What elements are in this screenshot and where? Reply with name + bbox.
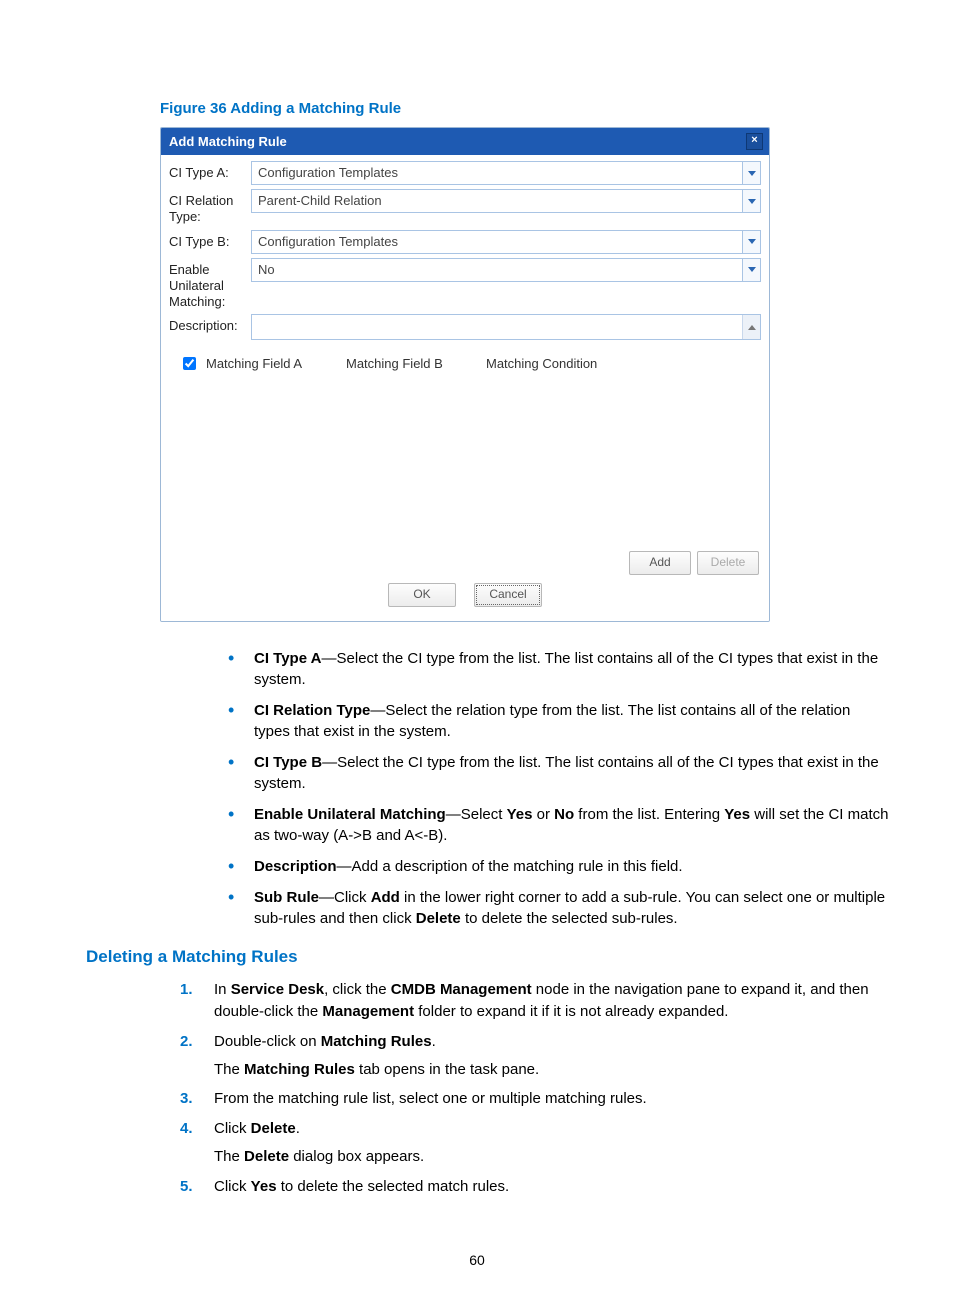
- ci-type-b-dropdown[interactable]: Configuration Templates: [251, 230, 761, 254]
- scroll-up-icon[interactable]: [742, 315, 760, 339]
- ci-type-b-label: CI Type B:: [169, 230, 251, 250]
- col-matching-field-a: Matching Field A: [206, 356, 346, 371]
- delete-button[interactable]: Delete: [697, 551, 759, 575]
- page-number: 60: [0, 1252, 954, 1268]
- procedure-step: 4.Click Delete.The Delete dialog box app…: [214, 1118, 899, 1168]
- step-text: In Service Desk, click the CMDB Manageme…: [214, 979, 899, 1023]
- list-item: CI Type B—Select the CI type from the li…: [254, 752, 899, 794]
- subrule-grid-body: [169, 377, 761, 545]
- ci-relation-type-value: Parent-Child Relation: [252, 190, 742, 212]
- ci-type-a-label: CI Type A:: [169, 161, 251, 181]
- step-text: Click Yes to delete the selected match r…: [214, 1176, 899, 1198]
- enable-unilateral-dropdown[interactable]: No: [251, 258, 761, 282]
- step-text: Click Delete.The Delete dialog box appea…: [214, 1118, 899, 1168]
- chevron-down-icon[interactable]: [742, 231, 760, 253]
- chevron-down-icon[interactable]: [742, 190, 760, 212]
- ci-relation-type-label: CI Relation Type:: [169, 189, 251, 226]
- description-label: Description:: [169, 314, 251, 334]
- procedure-step: 1.In Service Desk, click the CMDB Manage…: [214, 979, 899, 1023]
- step-number: 2.: [180, 1031, 214, 1081]
- procedure-step: 3.From the matching rule list, select on…: [214, 1088, 899, 1110]
- step-number: 5.: [180, 1176, 214, 1198]
- step-text: Double-click on Matching Rules.The Match…: [214, 1031, 899, 1081]
- section-heading: Deleting a Matching Rules: [86, 947, 899, 967]
- list-item: CI Relation Type—Select the relation typ…: [254, 700, 899, 742]
- step-number: 1.: [180, 979, 214, 1023]
- figure-caption: Figure 36 Adding a Matching Rule: [160, 100, 899, 117]
- procedure-steps: 1.In Service Desk, click the CMDB Manage…: [214, 979, 899, 1197]
- add-matching-rule-dialog: Add Matching Rule × CI Type A: Configura…: [160, 127, 770, 622]
- dialog-body: CI Type A: Configuration Templates CI Re…: [161, 155, 769, 621]
- step-number: 4.: [180, 1118, 214, 1168]
- step-number: 3.: [180, 1088, 214, 1110]
- dialog-title: Add Matching Rule: [169, 134, 287, 149]
- step-text: From the matching rule list, select one …: [214, 1088, 899, 1110]
- list-item: Description—Add a description of the mat…: [254, 856, 899, 877]
- description-input[interactable]: [251, 314, 761, 340]
- list-item: Enable Unilateral Matching—Select Yes or…: [254, 804, 899, 846]
- cancel-button[interactable]: Cancel: [474, 583, 542, 607]
- subrule-grid-header: Matching Field A Matching Field B Matchi…: [169, 350, 761, 377]
- col-matching-field-b: Matching Field B: [346, 356, 486, 371]
- add-button[interactable]: Add: [629, 551, 691, 575]
- enable-unilateral-label: Enable Unilateral Matching:: [169, 258, 251, 311]
- dialog-titlebar: Add Matching Rule ×: [161, 128, 769, 155]
- enable-unilateral-value: No: [252, 259, 742, 281]
- field-description-list: CI Type A—Select the CI type from the li…: [214, 648, 899, 929]
- col-matching-condition: Matching Condition: [486, 356, 759, 371]
- procedure-step: 5.Click Yes to delete the selected match…: [214, 1176, 899, 1198]
- ci-type-a-dropdown[interactable]: Configuration Templates: [251, 161, 761, 185]
- select-all-checkbox[interactable]: [183, 357, 196, 370]
- step-subtext: The Matching Rules tab opens in the task…: [214, 1059, 899, 1081]
- list-item: CI Type A—Select the CI type from the li…: [254, 648, 899, 690]
- close-icon[interactable]: ×: [746, 133, 763, 150]
- ci-relation-type-dropdown[interactable]: Parent-Child Relation: [251, 189, 761, 213]
- chevron-down-icon[interactable]: [742, 162, 760, 184]
- step-subtext: The Delete dialog box appears.: [214, 1146, 899, 1168]
- ci-type-a-value: Configuration Templates: [252, 162, 742, 184]
- ci-type-b-value: Configuration Templates: [252, 231, 742, 253]
- list-item: Sub Rule—Click Add in the lower right co…: [254, 887, 899, 929]
- chevron-down-icon[interactable]: [742, 259, 760, 281]
- ok-button[interactable]: OK: [388, 583, 456, 607]
- procedure-step: 2.Double-click on Matching Rules.The Mat…: [214, 1031, 899, 1081]
